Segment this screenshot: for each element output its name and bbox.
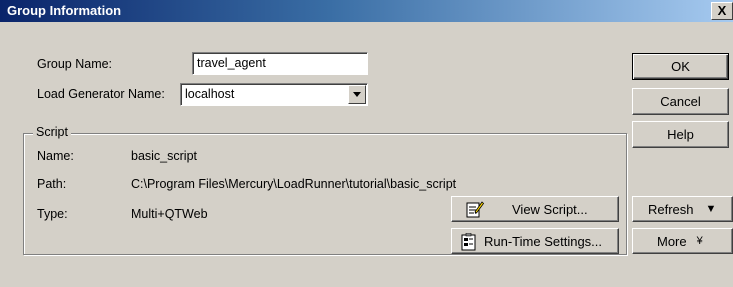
settings-page-icon: [461, 233, 476, 251]
help-button[interactable]: Help: [632, 121, 729, 148]
more-button[interactable]: More ¥: [632, 228, 733, 254]
load-generator-label: Load Generator Name:: [37, 87, 165, 101]
load-generator-select[interactable]: localhost: [180, 83, 368, 106]
view-script-button[interactable]: View Script...: [451, 196, 619, 222]
script-type-value: Multi+QTWeb: [131, 207, 208, 221]
script-group-legend: Script: [33, 125, 71, 139]
cancel-button[interactable]: Cancel: [632, 88, 729, 115]
view-script-label: View Script...: [512, 201, 588, 217]
dropdown-arrow-icon: ▼: [705, 203, 717, 215]
group-name-label: Group Name:: [37, 57, 113, 71]
refresh-button[interactable]: Refresh ▼: [632, 196, 733, 222]
script-path-label: Path:: [37, 177, 67, 191]
script-name-value: basic_script: [131, 149, 197, 163]
runtime-settings-label: Run-Time Settings...: [484, 233, 603, 249]
script-type-label: Type:: [37, 207, 68, 221]
double-chevron-down-icon: ¥: [696, 235, 703, 247]
refresh-label: Refresh: [648, 201, 694, 217]
chevron-down-icon[interactable]: [348, 85, 366, 104]
script-path-value: C:\Program Files\Mercury\LoadRunner\tuto…: [131, 177, 457, 191]
ok-button[interactable]: OK: [632, 53, 729, 80]
script-edit-icon: [466, 201, 484, 218]
script-name-label: Name:: [37, 149, 74, 163]
window-title: Group Information: [7, 3, 122, 18]
load-generator-value: localhost: [185, 87, 235, 101]
close-button[interactable]: X: [711, 2, 733, 20]
runtime-settings-button[interactable]: Run-Time Settings...: [451, 228, 619, 254]
more-label: More: [657, 233, 687, 249]
group-name-input[interactable]: travel_agent: [192, 52, 368, 75]
